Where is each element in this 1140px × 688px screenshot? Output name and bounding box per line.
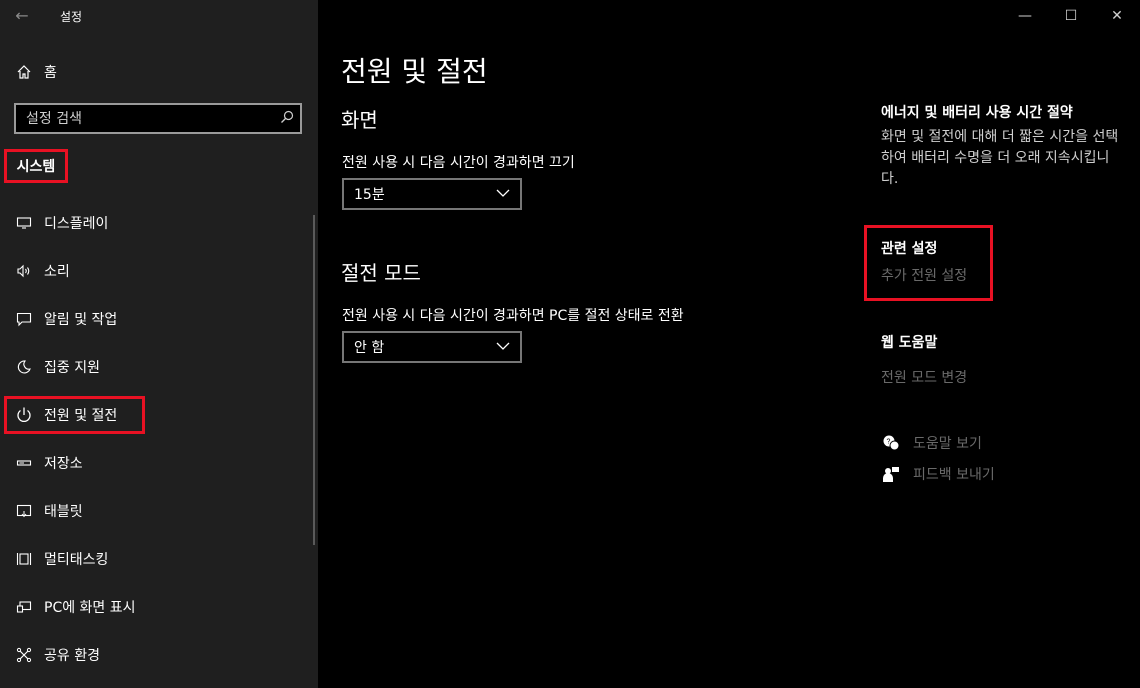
screen-timeout-dropdown[interactable]: 15분 xyxy=(342,178,522,210)
app-title: 설정 xyxy=(60,10,83,24)
chevron-down-icon xyxy=(496,339,510,355)
sidebar-item-label: 태블릿 xyxy=(44,504,83,520)
web-help-title: 웹 도움말 xyxy=(881,335,938,351)
related-settings-highlight xyxy=(864,225,993,301)
page-title: 전원 및 절전 xyxy=(341,55,488,88)
titlebar: ← 설정 xyxy=(0,0,318,32)
display-icon xyxy=(12,211,36,235)
chevron-down-icon xyxy=(496,186,510,202)
sidebar-item-label: 공유 환경 xyxy=(44,648,100,664)
sidebar-item-label: 알림 및 작업 xyxy=(44,312,118,328)
sidebar: ← 설정 홈 시스템 디스플레이 xyxy=(0,0,318,688)
sidebar-item-power-sleep[interactable]: 전원 및 절전 xyxy=(0,391,318,439)
help-chat-icon: ? xyxy=(881,433,901,453)
sidebar-item-label: 홈 xyxy=(44,65,57,81)
additional-power-settings-link[interactable]: 추가 전원 설정 xyxy=(881,265,967,285)
sidebar-item-focus-assist[interactable]: 집중 지원 xyxy=(0,343,318,391)
sidebar-item-label: 소리 xyxy=(44,264,70,280)
settings-window: ← 설정 홈 시스템 디스플레이 xyxy=(0,0,1140,688)
related-settings-title: 관련 설정 xyxy=(881,241,938,257)
tablet-icon xyxy=(12,499,36,523)
sidebar-item-notifications[interactable]: 알림 및 작업 xyxy=(0,295,318,343)
send-feedback-label: 피드백 보내기 xyxy=(913,467,995,483)
get-help-label: 도움말 보기 xyxy=(913,436,982,452)
section-heading-system: 시스템 xyxy=(4,149,68,183)
sidebar-nav-list: 디스플레이 소리 알림 및 작업 집중 지원 전원 및 절전 저장소 태블릿 멀… xyxy=(0,199,318,679)
send-feedback-link[interactable]: 피드백 보내기 xyxy=(881,464,995,484)
search-box[interactable] xyxy=(14,103,302,134)
screen-timeout-label: 전원 사용 시 다음 시간이 경과하면 끄기 xyxy=(342,155,575,171)
back-arrow-icon[interactable]: ← xyxy=(12,6,32,26)
sidebar-item-label: 멀티태스킹 xyxy=(44,552,109,568)
sidebar-item-tablet[interactable]: 태블릿 xyxy=(0,487,318,535)
search-input[interactable] xyxy=(26,110,266,127)
svg-text:?: ? xyxy=(887,439,891,446)
get-help-link[interactable]: ? 도움말 보기 xyxy=(881,433,982,453)
sidebar-item-label: 집중 지원 xyxy=(44,360,100,376)
sidebar-item-display[interactable]: 디스플레이 xyxy=(0,199,318,247)
section-title-sleep: 절전 모드 xyxy=(341,261,421,285)
speaker-icon xyxy=(12,259,36,283)
section-title-screen: 화면 xyxy=(341,108,378,132)
sidebar-item-sound[interactable]: 소리 xyxy=(0,247,318,295)
sidebar-item-storage[interactable]: 저장소 xyxy=(0,439,318,487)
multitasking-icon xyxy=(12,547,36,571)
sidebar-item-label: 디스플레이 xyxy=(44,216,109,232)
moon-icon xyxy=(12,355,36,379)
dropdown-value: 15분 xyxy=(354,187,385,203)
sleep-timeout-label: 전원 사용 시 다음 시간이 경과하면 PC를 절전 상태로 전환 xyxy=(342,308,684,324)
sidebar-item-multitasking[interactable]: 멀티태스킹 xyxy=(0,535,318,583)
battery-tip-text: 화면 및 절전에 대해 더 짧은 시간을 선택하여 배터리 수명을 더 오래 지… xyxy=(881,129,1119,187)
dropdown-value: 안 함 xyxy=(354,340,385,356)
search-icon[interactable] xyxy=(280,109,294,128)
shared-icon xyxy=(12,643,36,667)
project-icon xyxy=(12,595,36,619)
sidebar-item-project[interactable]: PC에 화면 표시 xyxy=(0,583,318,631)
sidebar-item-label: 저장소 xyxy=(44,456,83,472)
sidebar-scrollbar[interactable] xyxy=(313,215,315,545)
sleep-timeout-dropdown[interactable]: 안 함 xyxy=(342,331,522,363)
main-content: — ☐ ✕ 전원 및 절전 화면 전원 사용 시 다음 시간이 경과하면 끄기 … xyxy=(318,0,1140,688)
change-power-mode-link[interactable]: 전원 모드 변경 xyxy=(881,367,967,387)
battery-tip-title: 에너지 및 배터리 사용 시간 절약 xyxy=(881,105,1073,121)
right-panel: 에너지 및 배터리 사용 시간 절약 화면 및 절전에 대해 더 짧은 시간을 … xyxy=(864,0,1140,688)
sidebar-item-shared[interactable]: 공유 환경 xyxy=(0,631,318,679)
storage-icon xyxy=(12,451,36,475)
feedback-icon xyxy=(881,464,901,484)
sidebar-item-home[interactable]: 홈 xyxy=(0,56,318,88)
home-icon xyxy=(12,60,36,84)
notification-icon xyxy=(12,307,36,331)
sidebar-item-label: PC에 화면 표시 xyxy=(44,600,136,616)
selection-highlight xyxy=(4,396,145,434)
